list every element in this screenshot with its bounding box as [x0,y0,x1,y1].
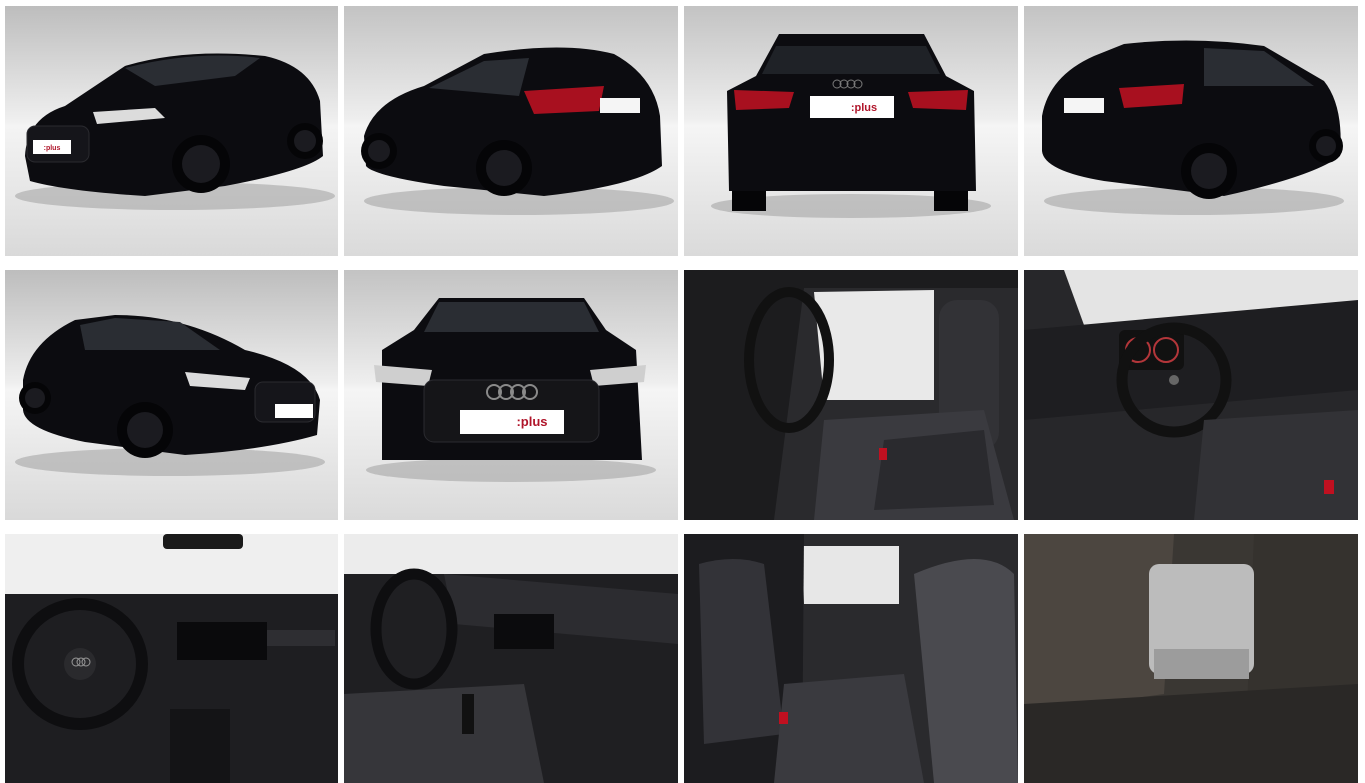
dashboard-image [1024,270,1358,520]
photo-rear-seats[interactable] [684,534,1018,783]
photo-front-left-exterior[interactable]: :plus [5,6,338,256]
car-front-image: :plus [344,270,678,520]
photo-driver-seat-interior[interactable] [684,270,1018,520]
photo-cockpit-center[interactable] [5,534,338,783]
photo-rear-right-exterior[interactable] [1024,6,1358,256]
cockpit-center-image [5,534,338,783]
car-rear-image: :plus [684,6,1018,256]
photo-dashboard-steering-wheel[interactable] [1024,270,1358,520]
cockpit-side-image [344,534,678,783]
car-front-right-image [5,270,338,520]
photo-front-exterior[interactable]: :plus [344,270,678,520]
photo-front-right-exterior[interactable] [5,270,338,520]
rear-seats-image [684,534,1018,783]
plate-text: :plus [44,145,61,152]
photo-center-armrest[interactable] [1024,534,1358,783]
car-front-left-image: :plus [5,6,338,256]
car-rear-left-image [344,6,678,256]
car-rear-right-image [1024,6,1358,256]
photo-rear-exterior[interactable]: :plus [684,6,1018,256]
driver-seat-image [684,270,1018,520]
plate-text: :plus [516,414,547,429]
photo-cockpit-side[interactable] [344,534,678,783]
plate-text: :plus [851,102,877,114]
photo-gallery: :plus:plus:plus [0,0,1365,783]
photo-rear-left-exterior[interactable] [344,6,678,256]
armrest-image [1024,534,1358,783]
